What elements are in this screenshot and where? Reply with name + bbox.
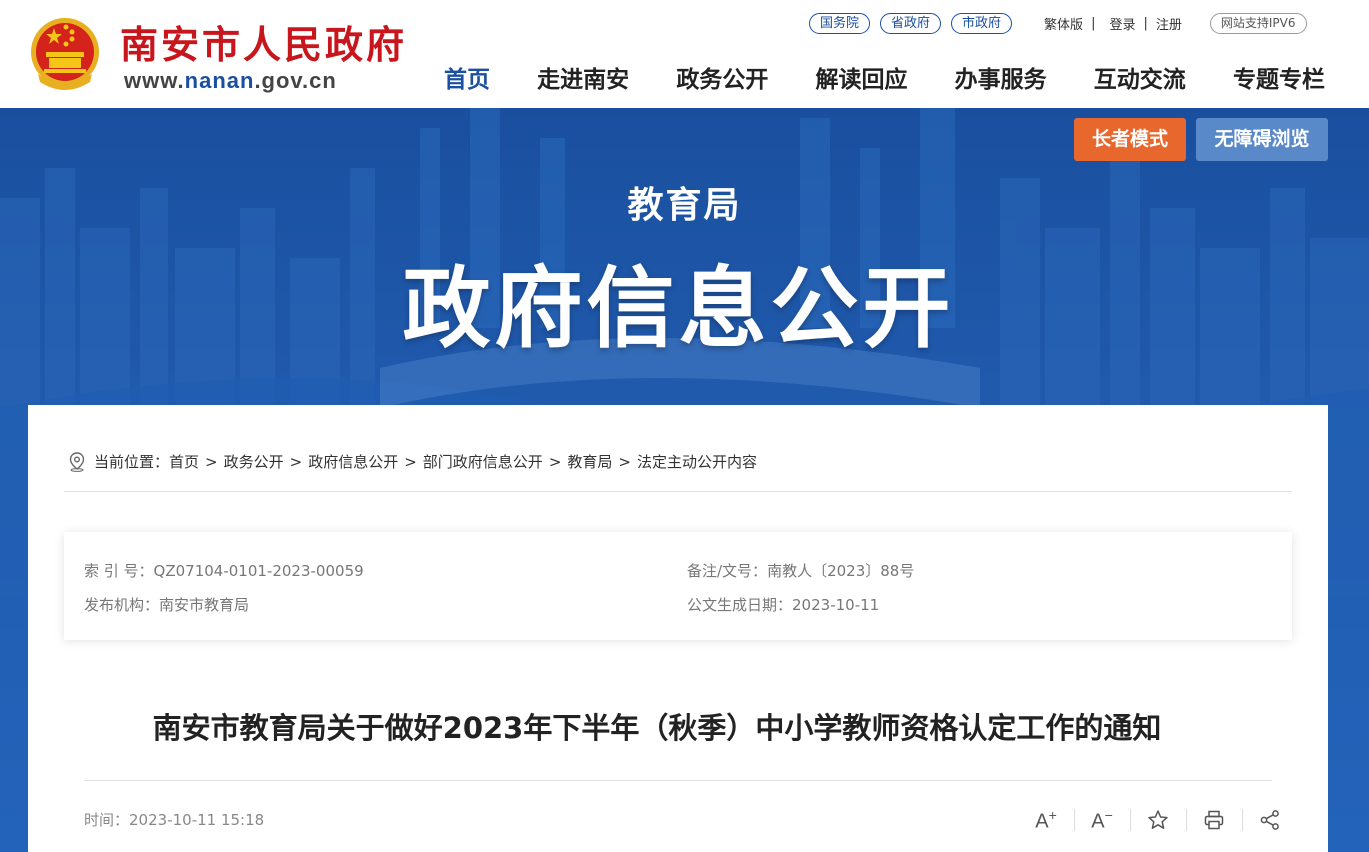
article-title: 南安市教育局关于做好2023年下半年（秋季）中小学教师资格认定工作的通知	[152, 711, 1162, 745]
meta-publisher-value: 南安市教育局	[159, 596, 250, 614]
meta-publisher: 发布机构：南安市教育局	[84, 594, 249, 615]
time-label: 时间：	[84, 811, 130, 829]
font-decrease-letter: A	[1091, 810, 1105, 833]
meta-index-value: QZ07104-0101-2023-00059	[153, 562, 364, 580]
meta-date: 公文生成日期：2023-10-11	[687, 594, 879, 615]
site-header: 南安市人民政府 www.nanan.gov.cn 国务院 省政府 市政府 繁体版…	[0, 0, 1369, 108]
meta-index-label: 索 引 号：	[84, 562, 154, 580]
site-name[interactable]: 南安市人民政府	[120, 14, 407, 69]
site-url-prefix: www.	[124, 68, 185, 93]
nav-home[interactable]: 首页	[440, 60, 494, 94]
share-button[interactable]	[1242, 805, 1298, 835]
banner-title: 政府信息公开	[402, 257, 955, 360]
breadcrumb-separator: >	[548, 452, 562, 471]
breadcrumb-separator: >	[618, 452, 631, 471]
font-increase-icon: A+	[1035, 807, 1057, 834]
nav-interpretation[interactable]: 解读回应	[811, 60, 911, 94]
top-links: 国务院 省政府 市政府 繁体版 | 登录 | 注册 网站支持IPV6	[809, 12, 1307, 34]
printer-icon	[1204, 810, 1224, 830]
font-increase-button[interactable]: A+	[1018, 805, 1074, 835]
breadcrumb-separator: >	[404, 452, 417, 471]
department-title: 教育局	[627, 185, 742, 226]
breadcrumb-gov-info[interactable]: 政府信息公开	[308, 451, 398, 472]
document-meta-box: 索 引 号：QZ07104-0101-2023-00059 备注/文号：南教人〔…	[64, 532, 1292, 640]
meta-doc-value: 南教人〔2023〕88号	[767, 562, 915, 580]
font-decrease-icon: A−	[1091, 807, 1113, 834]
breadcrumb-label: 当前位置：	[94, 453, 170, 471]
location-pin-icon	[69, 451, 85, 472]
breadcrumb-separator: >	[205, 452, 218, 471]
content-panel: 当前位置： 首页 > 政务公开 > 政府信息公开 > 部门政府信息公开 > 教育…	[28, 405, 1328, 852]
font-decrease-button[interactable]: A−	[1074, 805, 1130, 835]
breadcrumb-legal-content[interactable]: 法定主动公开内容	[637, 451, 757, 472]
accessible-browse-button[interactable]: 无障碍浏览	[1196, 118, 1328, 161]
site-url-suffix: .gov.cn	[254, 68, 337, 93]
nav-about[interactable]: 走进南安	[533, 60, 633, 94]
elder-mode-button[interactable]: 长者模式	[1074, 118, 1186, 161]
font-increase-letter: A	[1035, 810, 1049, 833]
breadcrumb-affairs[interactable]: 政务公开	[224, 451, 284, 472]
link-city[interactable]: 市政府	[951, 12, 1013, 34]
nav-interaction[interactable]: 互动交流	[1090, 60, 1190, 94]
meta-doc-number: 备注/文号：南教人〔2023〕88号	[687, 560, 914, 581]
nav-services[interactable]: 办事服务	[951, 60, 1051, 94]
favorite-button[interactable]	[1130, 805, 1186, 835]
breadcrumb: 当前位置： 首页 > 政务公开 > 政府信息公开 > 部门政府信息公开 > 教育…	[68, 451, 757, 472]
site-url[interactable]: www.nanan.gov.cn	[124, 68, 337, 94]
link-state-council[interactable]: 国务院	[809, 12, 871, 34]
traditional-chinese-link[interactable]: 繁体版	[1036, 14, 1091, 33]
font-decrease-mark: −	[1104, 806, 1113, 823]
print-button[interactable]	[1186, 805, 1242, 835]
article-time: 时间：2023-10-11 15:18	[84, 809, 264, 830]
nav-affairs[interactable]: 政务公开	[672, 60, 772, 94]
meta-date-value: 2023-10-11	[792, 596, 880, 614]
star-icon	[1148, 810, 1168, 829]
divider	[84, 780, 1272, 781]
breadcrumb-home[interactable]: 首页	[169, 451, 199, 472]
font-increase-mark: +	[1048, 806, 1057, 823]
breadcrumb-separator: >	[289, 452, 303, 471]
time-value: 2023-10-11 15:18	[129, 811, 265, 829]
login-link[interactable]: 登录	[1101, 14, 1143, 33]
article-tools: A+ A−	[1018, 805, 1298, 835]
site-url-highlight: nanan	[184, 68, 255, 93]
share-icon	[1260, 810, 1279, 830]
register-link[interactable]: 注册	[1148, 14, 1190, 33]
breadcrumb-education[interactable]: 教育局	[567, 451, 612, 472]
meta-index: 索 引 号：QZ07104-0101-2023-00059	[84, 560, 364, 581]
breadcrumb-dept-info[interactable]: 部门政府信息公开	[423, 451, 543, 472]
national-emblem-icon[interactable]	[28, 14, 102, 94]
main-nav: 首页 走进南安 政务公开 解读回应 办事服务 互动交流 专题专栏	[440, 60, 1329, 94]
meta-publisher-label: 发布机构：	[84, 596, 160, 614]
link-province[interactable]: 省政府	[880, 12, 942, 34]
meta-date-label: 公文生成日期：	[687, 596, 793, 614]
nav-topics[interactable]: 专题专栏	[1229, 60, 1329, 94]
divider	[64, 491, 1292, 492]
meta-doc-label: 备注/文号：	[687, 562, 768, 580]
ipv6-badge: 网站支持IPV6	[1209, 12, 1307, 34]
separator: |	[1091, 15, 1096, 31]
